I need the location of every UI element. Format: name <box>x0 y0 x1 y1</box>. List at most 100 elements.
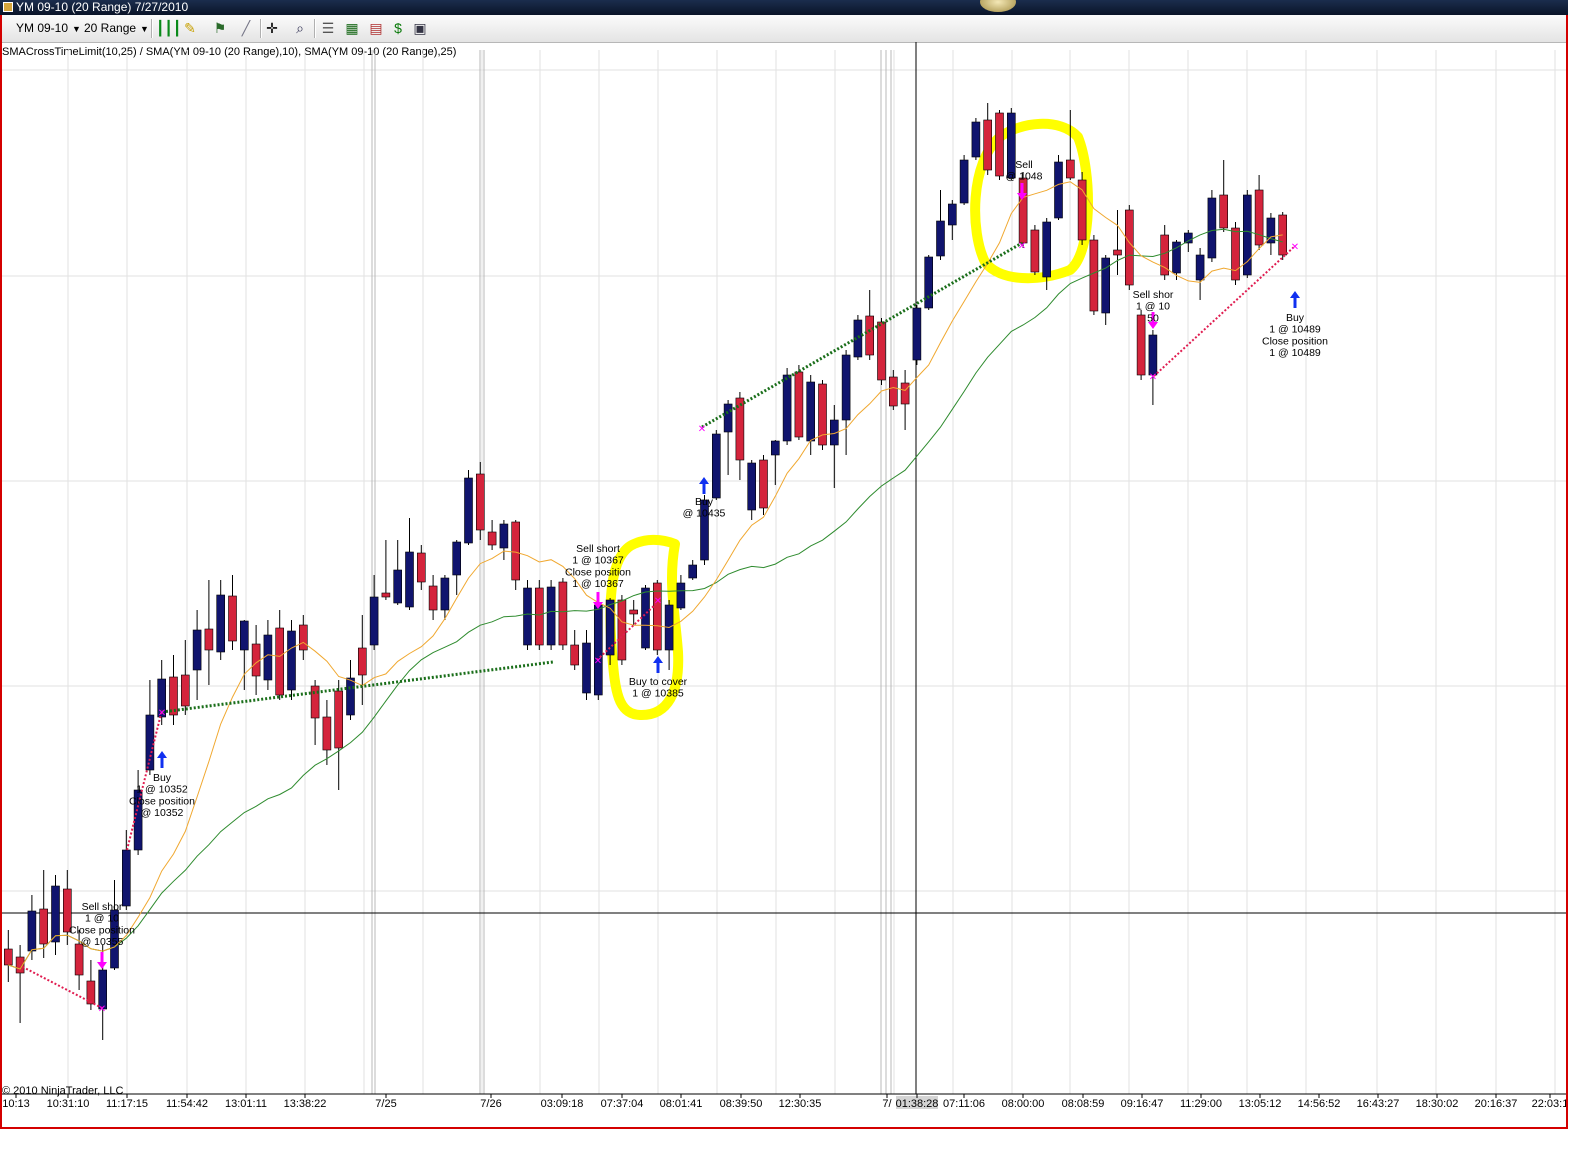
candle-body <box>1184 232 1193 244</box>
arrow-shaft <box>1020 183 1024 193</box>
buy-arrow-icon <box>1290 291 1300 308</box>
candle-body <box>169 676 178 716</box>
copyright-text: © 2010 NinjaTrader, LLC <box>2 1085 124 1097</box>
candle-body <box>1077 179 1087 241</box>
bar-style-icon[interactable]: ┃┃┃ <box>156 20 181 36</box>
annotation-line: @ 10355 <box>81 936 124 948</box>
candle-body <box>546 586 556 646</box>
annotation-line: Buy to cover <box>629 676 688 688</box>
strategy-dollar-icon[interactable]: $ <box>390 20 406 36</box>
x-axis-label: 08:39:50 <box>720 1098 763 1110</box>
x-axis-label: 7/25 <box>375 1098 396 1110</box>
annotation-line: Buy <box>153 772 172 784</box>
candle-body <box>794 371 804 438</box>
candle-body <box>652 582 662 651</box>
x-axis-tick-label: 11:54:42 <box>166 1094 208 1110</box>
chart-trader-icon[interactable]: ▦ <box>344 20 360 36</box>
candle-body <box>593 604 603 696</box>
candle-series <box>4 103 1287 1040</box>
x-axis-tick-label: 03:09:18 <box>541 1094 584 1110</box>
candle-body <box>558 581 568 646</box>
window-titlebar: YM 09-10 (20 Range) 7/27/2010 <box>0 0 1568 15</box>
candle-body <box>405 551 414 608</box>
execution-marker: ✕ <box>158 708 166 719</box>
candle-body <box>393 569 403 604</box>
candle-body <box>582 642 591 694</box>
annotation-line: 1 @ 10352 <box>136 784 188 796</box>
candle-body <box>641 587 650 649</box>
x-axis-label: 10:13 <box>2 1098 30 1110</box>
drawing-pencil-icon[interactable]: ✎ <box>182 20 198 36</box>
execution-marker: ✕ <box>594 656 602 667</box>
candle-body <box>475 473 485 531</box>
candle-body <box>1113 249 1122 256</box>
x-axis-tick-label: 13:05:12 <box>1239 1094 1281 1110</box>
candle-body <box>806 381 816 442</box>
x-axis-label: 12:30:35 <box>779 1098 822 1110</box>
chart-grid <box>0 50 1566 1094</box>
annotation-line: @ 10435 <box>683 508 726 520</box>
active-frame-bottom <box>0 1127 1568 1129</box>
crosshair-icon[interactable]: ✛ <box>264 20 280 36</box>
x-axis-label: 18:30:02 <box>1416 1098 1459 1110</box>
annotation-line: 1 @ 10367 <box>572 555 624 567</box>
x-axis-tick-label: 16:43:27 <box>1357 1094 1400 1110</box>
window-title: YM 09-10 (20 Range) 7/27/2010 <box>16 0 189 14</box>
arrow-head <box>157 751 167 758</box>
zoom-icon[interactable]: ⌕ <box>292 20 308 36</box>
candle-body <box>452 541 462 576</box>
arrow-head <box>1290 291 1300 298</box>
annotation-line: Close position <box>129 795 195 807</box>
x-axis-label: 08:01:41 <box>660 1098 703 1110</box>
candle-body <box>1231 227 1240 281</box>
annotation-line: Close position <box>1262 335 1328 347</box>
app-icon[interactable] <box>3 2 13 12</box>
candle-body <box>983 119 993 171</box>
x-axis-tick-label: 20:16:37 <box>1475 1094 1517 1110</box>
data-box-icon[interactable]: ☰ <box>320 20 336 36</box>
draw-line-icon[interactable]: ╱ <box>238 20 254 36</box>
candle-body <box>1089 239 1099 312</box>
arrow-shaft <box>702 484 706 494</box>
x-axis-label: 7/26 <box>480 1098 501 1110</box>
properties-icon[interactable]: ▣ <box>412 20 428 36</box>
candle-body <box>1125 209 1134 286</box>
annotation-line: Sell shor <box>1133 289 1174 301</box>
x-axis-tick-label: 08:01:41 <box>660 1094 703 1110</box>
x-axis-tick-label: 01:38:28 <box>896 1094 938 1110</box>
candle-body <box>145 714 155 771</box>
x-axis-label: 03:09:18 <box>541 1098 584 1110</box>
candle-body <box>298 624 308 651</box>
x-axis-label: 11:54:42 <box>166 1098 208 1110</box>
candle-body <box>440 577 450 611</box>
annotation-line: @ 10352 <box>141 807 184 819</box>
candle-body <box>1243 194 1252 276</box>
candle-body <box>877 321 886 381</box>
candle-body <box>924 256 934 309</box>
candle-body <box>1254 189 1264 246</box>
x-axis-label: 08:08:59 <box>1062 1098 1105 1110</box>
x-axis-label: 16:43:27 <box>1357 1098 1400 1110</box>
x-axis-tick-label: 08:08:59 <box>1062 1094 1105 1110</box>
instrument-selector[interactable]: YM 09-10 ▼ <box>16 19 81 37</box>
buy-arrow-icon <box>157 751 167 768</box>
toolbar-divider <box>260 19 262 38</box>
session-break-lines <box>371 50 892 1094</box>
trade-marker-icon[interactable]: ⚑ <box>212 20 228 36</box>
candle-body <box>27 910 37 952</box>
candle-body <box>228 595 237 642</box>
buy-arrow-icon <box>653 656 663 673</box>
candle-body <box>865 315 875 356</box>
indicator-icon[interactable]: ▤ <box>368 20 384 36</box>
arrow-shaft <box>656 663 660 673</box>
period-selector[interactable]: 20 Range ▼ <box>84 19 149 37</box>
window-margin <box>1568 0 1594 1149</box>
arrow-head <box>653 656 663 663</box>
trade-arrows: ✕ ✕ ✕ ✕ ✕ ✕ ✕ ✕ <box>97 183 1300 1015</box>
x-axis-label: 22:03:1 <box>1532 1098 1568 1110</box>
candle-body <box>947 203 957 226</box>
candle-body <box>523 587 532 646</box>
annotation-line: 1 @ 10489 <box>1269 347 1321 359</box>
candlestick-chart[interactable]: ✕✕✕✕✕✕✕✕ Sell shor 1 @ 10 Close position @ … <box>0 42 1568 1127</box>
candle-body <box>357 647 367 676</box>
